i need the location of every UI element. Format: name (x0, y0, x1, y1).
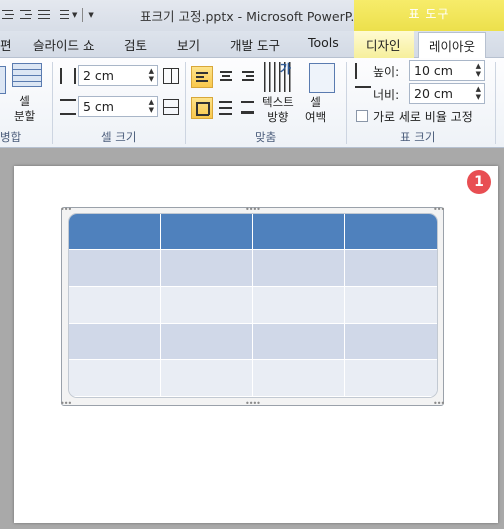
ribbon: 셀 분할 병합 2 cm ▲ ▼ 5 cm ▲ ▼ 셀 크기 가 텍스트 방향 셀 … (0, 58, 504, 148)
table-tools-context: 표 도구 (354, 0, 504, 31)
table-height-input[interactable]: 10 cm ▲ ▼ (409, 60, 485, 81)
toolbar-divider (82, 8, 84, 22)
table-cell[interactable] (69, 286, 161, 324)
tab-layout[interactable]: 레이아웃 (418, 32, 487, 59)
table-header-cell[interactable] (253, 214, 345, 250)
spinner-arrows-icon[interactable]: ▲ ▼ (149, 67, 154, 83)
table-width-input[interactable]: 20 cm ▲ ▼ (409, 83, 485, 104)
split-cells-label[interactable]: 셀 분할 (14, 94, 35, 124)
table-cell[interactable] (253, 360, 345, 397)
tab-review[interactable]: 검토 (124, 35, 147, 54)
customize-toolbar-icon[interactable]: ▼ (88, 11, 93, 19)
table-height-label: 높이: (373, 65, 400, 79)
align-center-button[interactable] (215, 66, 237, 88)
table-cell[interactable] (253, 250, 345, 287)
group-divider (52, 62, 53, 144)
table-cell[interactable] (345, 323, 437, 361)
merge-cells-icon[interactable] (0, 66, 6, 94)
step-badge: 1 (467, 170, 491, 194)
group-divider (185, 62, 186, 144)
alignment-group-label: 맞춤 (255, 130, 277, 144)
distribute-rows-icon[interactable] (163, 68, 179, 84)
table-cell[interactable] (345, 360, 437, 397)
slide-table[interactable] (68, 213, 438, 398)
resize-handle-top-right[interactable]: ••• (433, 205, 445, 214)
tab-tools[interactable]: Tools (308, 35, 339, 50)
quick-access-toolbar: ▼ ▼ (0, 5, 94, 25)
lock-aspect-ratio-checkbox[interactable] (356, 110, 368, 122)
cell-width-value: 5 cm (83, 99, 114, 114)
resize-handle-bottom[interactable]: •••• (245, 399, 261, 408)
resize-handle-bottom-left[interactable]: ••• (60, 399, 72, 408)
table-height-icon (355, 63, 371, 79)
cell-size-group-label: 셀 크기 (101, 130, 137, 144)
cell-margins-label[interactable]: 셀 여백 (305, 95, 326, 125)
chevron-down-icon[interactable]: ▼ (72, 11, 77, 19)
increase-indent-icon[interactable] (18, 7, 34, 23)
tab-edit[interactable]: 편 (0, 35, 12, 54)
decrease-indent-icon[interactable] (0, 7, 16, 23)
table-width-label: 너비: (373, 88, 400, 102)
cell-height-value: 2 cm (83, 68, 114, 83)
tab-developer[interactable]: 개발 도구 (230, 35, 280, 54)
group-divider (495, 62, 496, 144)
row-height-icon (60, 68, 76, 84)
split-cells-icon[interactable] (12, 63, 42, 87)
align-top-button[interactable] (191, 97, 213, 119)
table-cell[interactable] (161, 286, 253, 324)
table-cell[interactable] (345, 286, 437, 324)
window-title: 표크기 고정.pptx - Microsoft PowerP... (140, 9, 363, 24)
align-text-icon[interactable] (36, 7, 52, 23)
spinner-arrows-icon[interactable]: ▲ ▼ (476, 62, 481, 78)
table-header-cell[interactable] (69, 214, 161, 250)
tab-slideshow[interactable]: 슬라이드 쇼 (33, 35, 94, 54)
table-cell[interactable] (253, 286, 345, 324)
title-bar: ▼ ▼ 표크기 고정.pptx - Microsoft PowerP... 표 … (0, 0, 504, 31)
column-width-icon (60, 99, 76, 115)
tab-design[interactable]: 디자인 (354, 31, 414, 58)
table-header-cell[interactable] (345, 214, 437, 250)
resize-handle-top-left[interactable]: ••• (60, 205, 72, 214)
distribute-columns-icon[interactable] (163, 99, 179, 115)
table-cell[interactable] (161, 323, 253, 361)
align-bottom-button[interactable] (237, 97, 259, 119)
table-cell[interactable] (161, 360, 253, 397)
cell-margins-icon[interactable] (309, 63, 335, 93)
text-direction-label[interactable]: 텍스트 방향 (262, 95, 294, 125)
text-direction-glyph: 가 (280, 62, 292, 76)
tab-view[interactable]: 보기 (177, 35, 200, 54)
merge-group-label: 병합 (0, 130, 22, 144)
table-header-cell[interactable] (161, 214, 253, 250)
table-width-icon (355, 86, 371, 102)
table-cell[interactable] (161, 250, 253, 287)
spinner-arrows-icon[interactable]: ▲ ▼ (476, 85, 481, 101)
table-height-value: 10 cm (414, 63, 453, 78)
cell-height-input[interactable]: 2 cm ▲ ▼ (78, 65, 158, 86)
ribbon-tabs: 편 슬라이드 쇼 검토 보기 개발 도구 Tools 디자인 레이아웃 (0, 31, 504, 59)
resize-handle-bottom-right[interactable]: ••• (433, 399, 445, 408)
table-cell[interactable] (253, 323, 345, 361)
align-right-button[interactable] (237, 66, 259, 88)
numbered-list-icon[interactable] (54, 7, 70, 23)
table-size-group-label: 표 크기 (400, 130, 436, 144)
lock-aspect-ratio-label[interactable]: 가로 세로 비율 고정 (373, 108, 473, 125)
table-width-value: 20 cm (414, 86, 453, 101)
table-cell[interactable] (69, 250, 161, 287)
cell-width-input[interactable]: 5 cm ▲ ▼ (78, 96, 158, 117)
align-middle-button[interactable] (215, 97, 237, 119)
table-cell[interactable] (69, 360, 161, 397)
group-divider (346, 62, 347, 144)
table-cell[interactable] (69, 323, 161, 361)
spinner-arrows-icon[interactable]: ▲ ▼ (149, 98, 154, 114)
align-left-button[interactable] (191, 66, 213, 88)
table-cell[interactable] (345, 250, 437, 287)
